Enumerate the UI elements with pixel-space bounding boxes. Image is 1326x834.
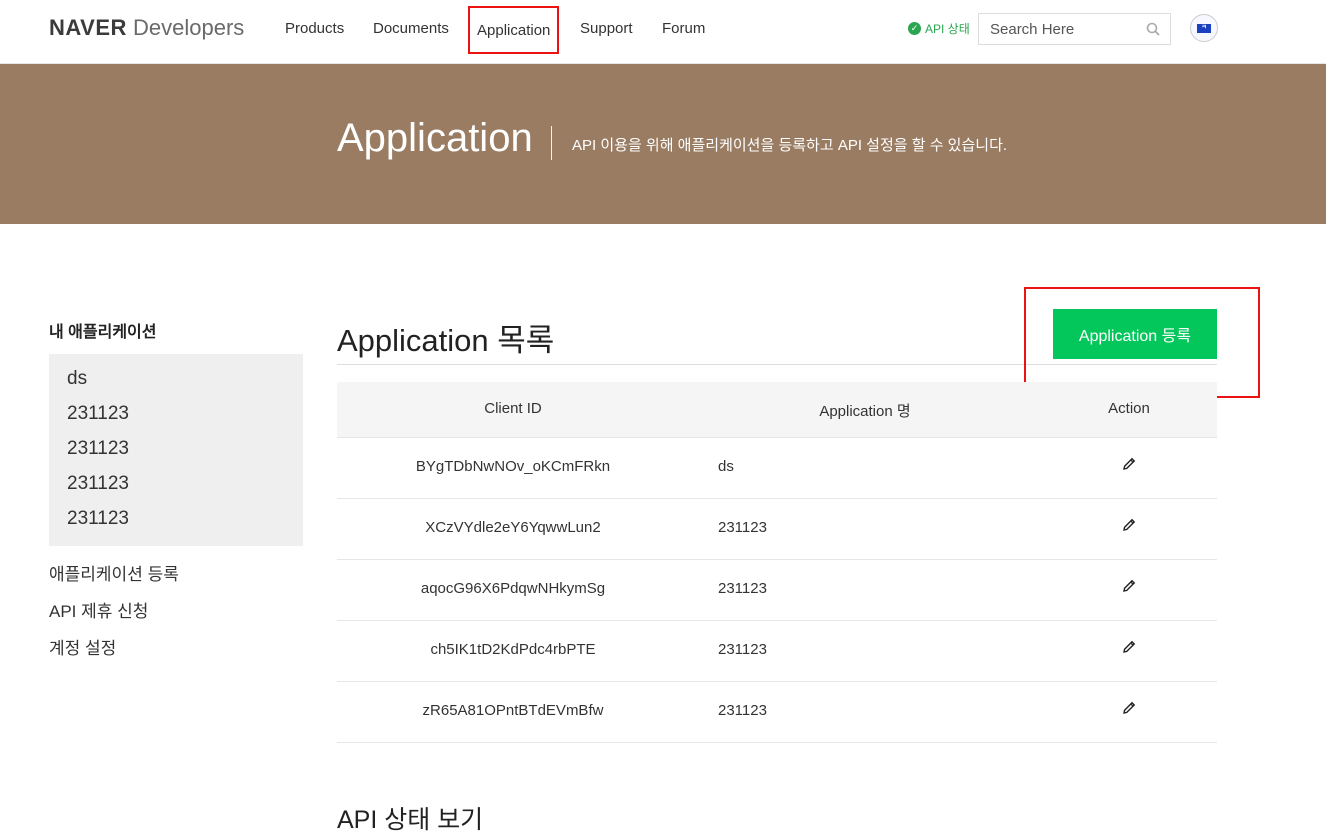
action-cell: [1041, 578, 1217, 594]
language-flag-icon: ㅋ: [1197, 23, 1211, 33]
sidebar-link-register-app[interactable]: 애플리케이션 등록: [49, 560, 179, 585]
edit-pencil-icon[interactable]: [1121, 578, 1137, 594]
nav-forum[interactable]: Forum: [662, 20, 705, 37]
hero-divider: [551, 126, 552, 160]
nav-support[interactable]: Support: [580, 20, 633, 37]
check-circle-icon: ✓: [908, 22, 921, 35]
register-application-button[interactable]: Application 등록: [1053, 309, 1217, 359]
edit-pencil-icon[interactable]: [1121, 700, 1137, 716]
sidebar-title: 내 애플리케이션: [49, 324, 157, 341]
action-cell: [1041, 700, 1217, 716]
avatar[interactable]: ㅋ: [1190, 14, 1218, 42]
sidebar-app-item[interactable]: 231123: [67, 403, 129, 425]
application-name-cell[interactable]: 231123: [718, 580, 767, 597]
table-row: XCzVYdle2eY6YqwwLun2 231123: [337, 499, 1217, 560]
naver-developers-logo[interactable]: NAVER Developers: [49, 15, 244, 41]
sidebar-app-item[interactable]: 231123: [67, 438, 129, 460]
logo-developers: Developers: [133, 15, 245, 40]
sidebar-app-item[interactable]: 231123: [67, 473, 129, 495]
client-id-cell: XCzVYdle2eY6YqwwLun2: [425, 519, 601, 536]
hero-banner: Application API 이용을 위해 애플리케이션을 등록하고 API …: [0, 64, 1326, 224]
sidebar-link-account-settings[interactable]: 계정 설정: [49, 634, 116, 659]
application-table: Client ID Application 명 Action BYgTDbNwN…: [337, 382, 1217, 743]
edit-pencil-icon[interactable]: [1121, 517, 1137, 533]
sidebar-link-api-partnership[interactable]: API 제휴 신청: [49, 597, 148, 622]
action-cell: [1041, 456, 1217, 472]
nav-documents[interactable]: Documents: [373, 20, 449, 37]
nav-application[interactable]: Application: [468, 6, 560, 54]
table-header: Client ID Application 명 Action: [337, 382, 1217, 438]
logo-brand: NAVER: [49, 15, 127, 40]
client-id-cell: BYgTDbNwNOv_oKCmFRkn: [415, 458, 611, 475]
nav-products[interactable]: Products: [285, 20, 344, 37]
column-application-name: Application 명: [819, 403, 911, 420]
search-input[interactable]: [979, 14, 1139, 44]
search-icon[interactable]: [1146, 22, 1160, 36]
sidebar-app-list: ds 231123 231123 231123 231123: [49, 354, 303, 546]
table-row: BYgTDbNwNOv_oKCmFRkn ds: [337, 438, 1217, 499]
hero-subtitle: API 이용을 위해 애플리케이션을 등록하고 API 설정을 할 수 있습니다…: [572, 137, 1008, 154]
hero-title: Application: [337, 116, 533, 160]
column-action: Action: [1108, 400, 1150, 417]
api-status-section-title: API 상태 보기: [337, 806, 484, 834]
search-box: [978, 13, 1171, 45]
sidebar-app-item[interactable]: ds: [67, 368, 87, 390]
client-id-cell: zR65A81OPntBTdEVmBfw: [422, 702, 604, 719]
application-name-cell[interactable]: 231123: [718, 702, 767, 719]
api-status-link[interactable]: ✓ API 상태: [908, 20, 970, 37]
edit-pencil-icon[interactable]: [1121, 456, 1137, 472]
top-header: NAVER Developers Products Documents Appl…: [0, 0, 1326, 64]
column-client-id: Client ID: [484, 400, 542, 417]
action-cell: [1041, 517, 1217, 533]
api-status-label: API 상태: [925, 22, 970, 36]
action-cell: [1041, 639, 1217, 655]
table-row: zR65A81OPntBTdEVmBfw 231123: [337, 682, 1217, 743]
table-row: aqocG96X6PdqwNHkymSg 231123: [337, 560, 1217, 621]
application-name-cell[interactable]: ds: [718, 458, 734, 475]
application-name-cell[interactable]: 231123: [718, 641, 767, 658]
table-row: ch5IK1tD2KdPdc4rbPTE 231123: [337, 621, 1217, 682]
client-id-cell: aqocG96X6PdqwNHkymSg: [420, 580, 606, 597]
application-name-cell[interactable]: 231123: [718, 519, 767, 536]
client-id-cell: ch5IK1tD2KdPdc4rbPTE: [430, 641, 596, 658]
sidebar-app-item[interactable]: 231123: [67, 508, 129, 530]
edit-pencil-icon[interactable]: [1121, 639, 1137, 655]
page-title: Application 목록: [337, 323, 555, 358]
